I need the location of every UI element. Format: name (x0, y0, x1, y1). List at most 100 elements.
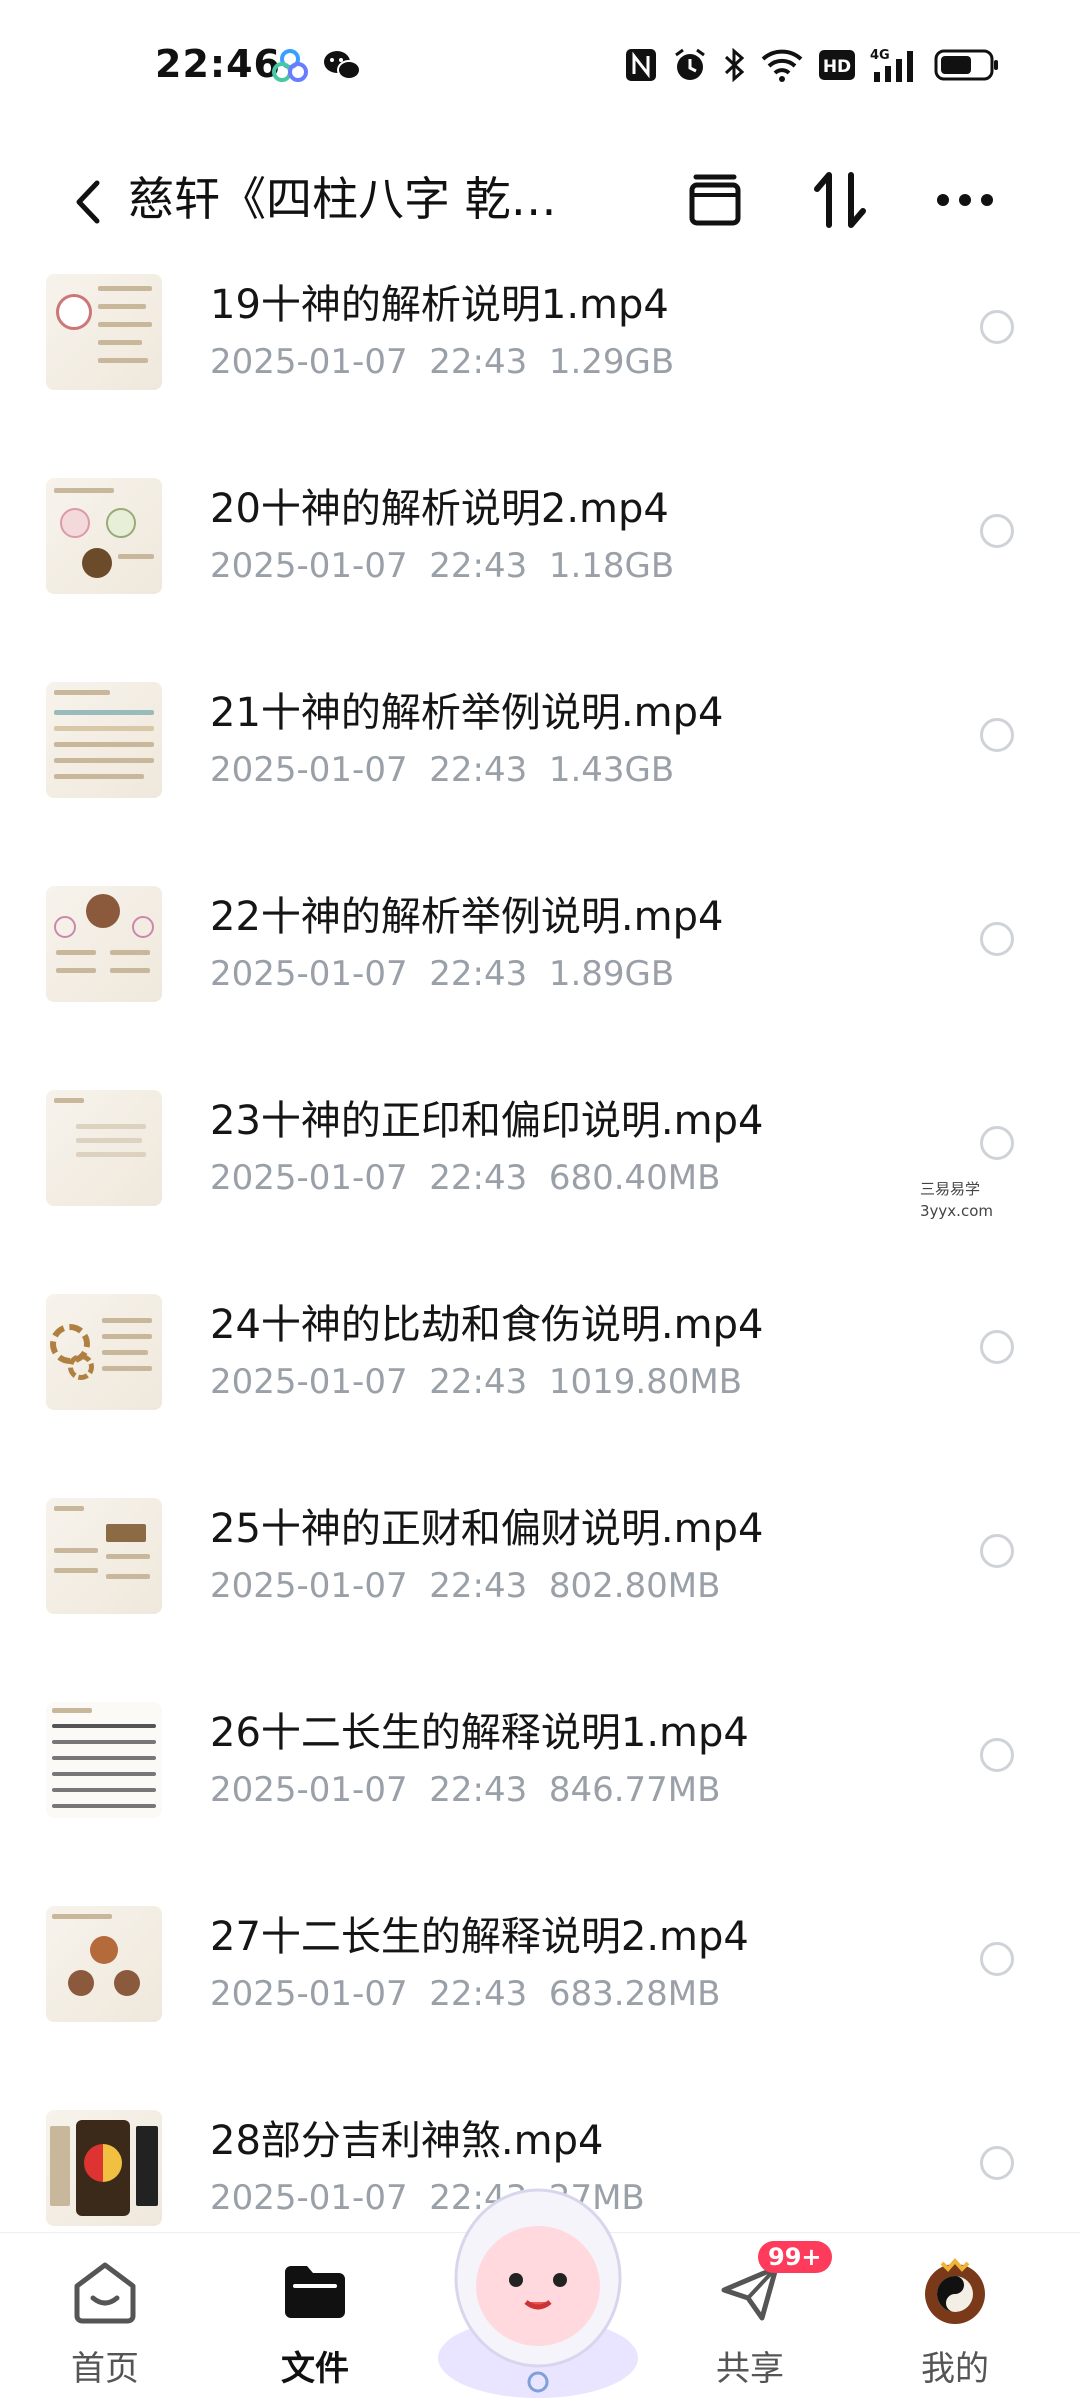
file-date: 2025-01-07 (210, 1158, 408, 1198)
file-row[interactable]: 22十神的解析举例说明.mp4 2025-01-07 22:43 1.89GB (0, 874, 1080, 1078)
file-row[interactable]: 21十神的解析举例说明.mp4 2025-01-07 22:43 1.43GB (0, 670, 1080, 874)
video-thumbnail (46, 1906, 162, 2022)
file-name: 23十神的正印和偏印说明.mp4 (210, 1098, 764, 1144)
video-thumbnail (46, 1702, 162, 1818)
folder-icon (280, 2257, 350, 2327)
tab-files-label: 文件 (281, 2349, 349, 2389)
file-meta: 2025-01-07 22:43 680.40MB (210, 1158, 720, 1198)
file-meta: 2025-01-07 22:43 1.29GB (210, 342, 674, 382)
file-meta: 2025-01-07 22:43 1.18GB (210, 546, 674, 586)
file-size: 1.18GB (548, 546, 675, 586)
more-button[interactable] (920, 155, 1010, 245)
file-time: 22:43 (429, 1362, 528, 1402)
watermark: 三易易学 3yyx.com (920, 1178, 993, 1222)
file-row[interactable]: 25十神的正财和偏财说明.mp4 2025-01-07 22:43 802.80… (0, 1486, 1080, 1690)
tab-profile-label: 我的 (921, 2349, 989, 2389)
mascot-icon (438, 2188, 638, 2398)
video-thumbnail (46, 1294, 162, 1410)
file-time: 22:43 (429, 954, 528, 994)
file-row[interactable]: 19十神的解析说明1.mp4 2025-01-07 22:43 1.29GB (0, 262, 1080, 466)
hd-label: HD (823, 57, 851, 77)
select-radio[interactable] (980, 1738, 1014, 1772)
file-date: 2025-01-07 (210, 1566, 408, 1606)
file-date: 2025-01-07 (210, 546, 408, 586)
select-radio[interactable] (980, 1534, 1014, 1568)
select-radio[interactable] (980, 1330, 1014, 1364)
video-thumbnail (46, 478, 162, 594)
sort-button[interactable] (795, 155, 885, 245)
file-size: 683.28MB (548, 1974, 721, 2014)
file-size: 1.29GB (548, 342, 675, 382)
video-thumbnail (46, 682, 162, 798)
select-radio[interactable] (980, 1126, 1014, 1160)
file-row[interactable]: 26十二长生的解释说明1.mp4 2025-01-07 22:43 846.77… (0, 1690, 1080, 1894)
file-date: 2025-01-07 (210, 1974, 408, 2014)
watermark-line1: 三易易学 (920, 1180, 981, 1198)
file-size: 1019.80MB (548, 1362, 743, 1402)
status-time: 22:46 (155, 42, 281, 86)
battery-icon (934, 48, 1000, 82)
file-date: 2025-01-07 (210, 1362, 408, 1402)
sort-icon (814, 172, 866, 228)
network-label: 4G (870, 48, 890, 63)
file-row[interactable]: 20十神的解析说明2.mp4 2025-01-07 22:43 1.18GB (0, 466, 1080, 670)
select-radio[interactable] (980, 310, 1014, 344)
select-radio[interactable] (980, 718, 1014, 752)
video-thumbnail (46, 1090, 162, 1206)
select-radio[interactable] (980, 1942, 1014, 1976)
file-size: 680.40MB (548, 1158, 721, 1198)
file-time: 22:43 (429, 342, 528, 382)
file-meta: 2025-01-07 22:43 802.80MB (210, 1566, 720, 1606)
alarm-icon (672, 47, 708, 83)
file-time: 22:43 (429, 1770, 528, 1810)
file-row[interactable]: 23十神的正印和偏印说明.mp4 2025-01-07 22:43 680.40… (0, 1078, 1080, 1282)
select-radio[interactable] (980, 514, 1014, 548)
file-size: 1.43GB (548, 750, 675, 790)
file-date: 2025-01-07 (210, 1770, 408, 1810)
tab-home[interactable]: 首页 (35, 2233, 175, 2401)
assistant-mascot-button[interactable] (428, 2168, 648, 2400)
video-thumbnail (46, 274, 162, 390)
file-time: 22:43 (429, 750, 528, 790)
home-icon (70, 2257, 140, 2327)
tab-profile[interactable]: 我的 (885, 2233, 1025, 2401)
file-row[interactable]: 24十神的比劫和食伤说明.mp4 2025-01-07 22:43 1019.8… (0, 1282, 1080, 1486)
tab-files[interactable]: 文件 (245, 2233, 385, 2401)
file-time: 22:43 (429, 1974, 528, 2014)
notification-badge: 99+ (758, 2241, 832, 2273)
file-meta: 2025-01-07 22:43 1.43GB (210, 750, 674, 790)
file-name: 19十神的解析说明1.mp4 (210, 282, 669, 328)
file-row[interactable]: 27十二长生的解释说明2.mp4 2025-01-07 22:43 683.28… (0, 1894, 1080, 2098)
tab-share[interactable]: 99+ 共享 (680, 2233, 832, 2401)
nfc-icon (624, 47, 658, 83)
video-thumbnail (46, 2110, 162, 2226)
back-button[interactable] (48, 157, 128, 247)
file-name: 26十二长生的解释说明1.mp4 (210, 1710, 749, 1756)
cloud-app-icon (272, 48, 308, 84)
watermark-line2: 3yyx.com (920, 1202, 993, 1220)
avatar-icon (920, 2257, 990, 2327)
chevron-left-icon (76, 180, 100, 224)
nav-header: 慈轩《四柱八字 乾… (0, 135, 1080, 265)
file-name: 21十神的解析举例说明.mp4 (210, 690, 724, 736)
file-date: 2025-01-07 (210, 2178, 408, 2218)
wifi-icon (760, 47, 804, 83)
file-date: 2025-01-07 (210, 954, 408, 994)
multi-select-button[interactable] (670, 155, 760, 245)
select-radio[interactable] (980, 2146, 1014, 2180)
file-name: 25十神的正财和偏财说明.mp4 (210, 1506, 764, 1552)
file-name: 28部分吉利神煞.mp4 (210, 2118, 604, 2164)
file-name: 20十神的解析说明2.mp4 (210, 486, 669, 532)
status-right-icons: HD 4G (624, 46, 1000, 84)
wechat-icon (322, 48, 362, 84)
more-dots-icon (937, 194, 993, 206)
file-date: 2025-01-07 (210, 342, 408, 382)
file-name: 22十神的解析举例说明.mp4 (210, 894, 724, 940)
file-meta: 2025-01-07 22:43 1.89GB (210, 954, 674, 994)
select-radio[interactable] (980, 922, 1014, 956)
video-thumbnail (46, 1498, 162, 1614)
file-meta: 2025-01-07 22:43 683.28MB (210, 1974, 720, 2014)
file-name: 27十二长生的解释说明2.mp4 (210, 1914, 749, 1960)
file-size: 802.80MB (548, 1566, 721, 1606)
file-size: 1.89GB (548, 954, 675, 994)
